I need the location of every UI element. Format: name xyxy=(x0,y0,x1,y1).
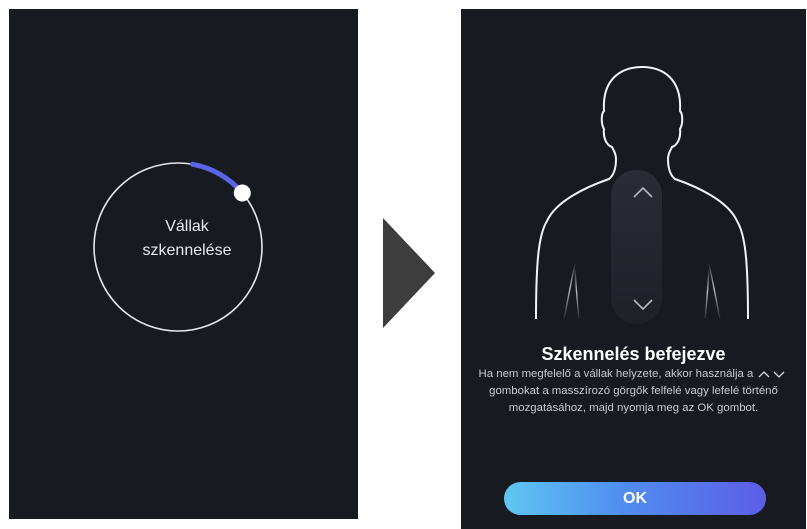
comparison-stage: Vállak szkennelése Szkennelés befejezve … xyxy=(0,0,807,529)
chevron-up-icon xyxy=(633,186,653,198)
scanning-screen: Vállak szkennelése xyxy=(9,9,358,519)
scan-result-screen: Szkennelés befejezve Ha nem megfelelő a … xyxy=(461,9,806,529)
scan-progress-arc xyxy=(190,161,245,196)
chevron-down-icon xyxy=(633,299,653,311)
instructions-text: Ha nem megfelelő a vállak helyzete, akko… xyxy=(475,366,792,417)
body-silhouette xyxy=(535,65,749,324)
scan-progress-ring xyxy=(93,161,263,332)
scan-complete-title: Szkennelés befejezve xyxy=(541,344,726,364)
roller-up-button[interactable] xyxy=(627,179,659,205)
roller-down-button[interactable] xyxy=(627,292,659,318)
scan-label: Vállak szkennelése xyxy=(120,215,254,263)
play-triangle-icon xyxy=(383,218,435,328)
scan-label-line2: szkennelése xyxy=(142,242,232,259)
ok-button[interactable]: OK xyxy=(504,482,766,515)
instructions-text-part1: Ha nem megfelelő a vállak helyzete, akko… xyxy=(478,368,754,380)
scan-label-line1: Vállak xyxy=(165,218,209,235)
back-line-left-inner xyxy=(574,268,580,320)
up-down-arrows-icon xyxy=(759,371,785,378)
back-line-right-inner xyxy=(704,268,710,320)
scan-progress-knob xyxy=(233,184,251,202)
instructions-text-part2: gombokat a masszírozó görgők felfelé vag… xyxy=(489,385,778,414)
back-line-left-outer xyxy=(563,263,576,320)
back-line-right-outer xyxy=(708,263,721,320)
